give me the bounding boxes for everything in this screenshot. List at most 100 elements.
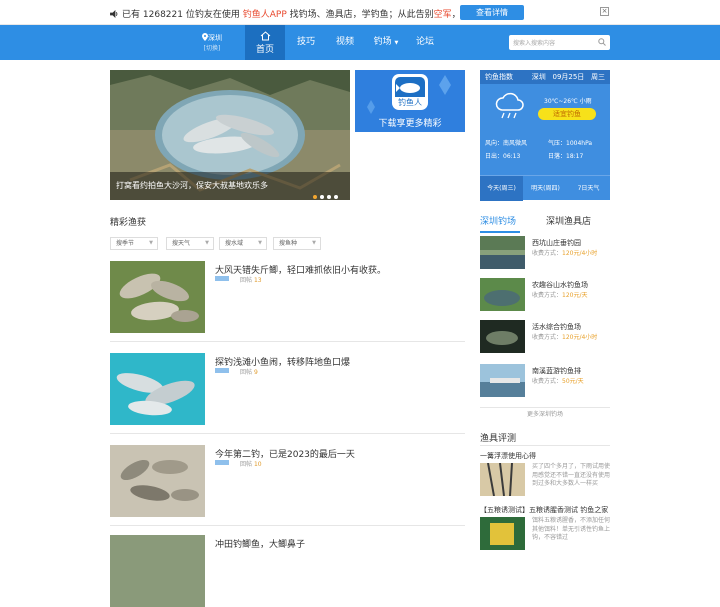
ad-text: 下载享更多精彩: [378, 119, 442, 129]
review-item[interactable]: 买了四个多月了，下雨试用使用感觉还不错一直还没有使用到过多和大多数人一样买: [480, 463, 610, 499]
search-icon[interactable]: [598, 38, 606, 46]
weather-sunset: 日落：18:17: [548, 153, 584, 160]
slider-dot[interactable]: [320, 195, 324, 199]
close-icon[interactable]: ×: [600, 7, 609, 16]
filter-fish-label: 搜鱼种: [279, 240, 298, 247]
tab-spots[interactable]: 深圳钓场: [480, 214, 516, 227]
filter-water-label: 搜水域: [225, 240, 244, 247]
spot-name[interactable]: 西坑山庄垂钓园: [532, 238, 581, 248]
spot-name[interactable]: 农趣谷山水钓鱼场: [532, 280, 588, 290]
spot-name[interactable]: 活水综合钓鱼场: [532, 322, 581, 332]
cloud-rain-icon: [495, 92, 524, 119]
spot-item[interactable]: 活水综合钓鱼场 收费方式：120元/4小时: [480, 320, 610, 356]
catch-replies: 回帖 9: [240, 367, 258, 376]
fee-value: 120元/4小时: [562, 334, 598, 341]
tab-7day[interactable]: 7日天气: [567, 176, 610, 201]
review-desc: 饵料五粮诱腥香，不添加任何其他饵料！单无引诱性钓鱼上钩，不容错过: [532, 517, 611, 541]
slider-dot[interactable]: [313, 195, 317, 199]
catch-tag: [215, 276, 229, 281]
tab-today[interactable]: 今天(周三): [480, 176, 523, 201]
search-box[interactable]: 搜索入搜索内容: [509, 35, 610, 50]
spot-photo[interactable]: [480, 236, 525, 269]
tab-underline: [480, 231, 520, 233]
fee-label: 收费方式：: [532, 378, 563, 385]
weather-date-info: 深圳 09月25日 周三: [532, 70, 605, 84]
notice-message: 已有 1268221 位钓友在使用 钓鱼人APP 找钓场、渔具店，学钓鱼；从此告…: [110, 7, 509, 20]
catch-replies: 回帖 13: [240, 275, 262, 284]
filter-season[interactable]: 搜季节 ▼: [110, 237, 158, 250]
spot-name[interactable]: 南溪蓝游钓鱼排: [532, 366, 581, 376]
city-name: 深圳: [208, 34, 222, 42]
fee-label: 收费方式：: [532, 250, 563, 257]
weather-pressure: 气压：1004hPa: [548, 140, 593, 147]
slider-dot[interactable]: [327, 195, 331, 199]
spot-photo[interactable]: [480, 278, 525, 311]
catch-thumbnail[interactable]: [110, 535, 205, 607]
spot-fee: 收费方式：120元/天: [532, 290, 588, 299]
weather-temp: 30℃~26℃ 小雨: [544, 98, 592, 105]
nav-forum[interactable]: 论坛: [416, 25, 434, 60]
app-download-ad[interactable]: 钓鱼人 下载享更多精彩: [355, 70, 465, 132]
nav-tips[interactable]: 技巧: [297, 25, 315, 60]
tab-tomorrow[interactable]: 明天(周四): [524, 176, 567, 201]
spot-photo[interactable]: [480, 320, 525, 353]
catch-title[interactable]: 探钓浅滩小鱼闹，转移阵地鱼口爆: [215, 355, 350, 368]
reviews-title: 渔具评测: [480, 434, 517, 444]
review-photo[interactable]: [480, 517, 525, 550]
kongjun-word: 空军: [433, 10, 452, 20]
review-photo[interactable]: [480, 463, 525, 496]
weather-sunrise: 日出：06:13: [485, 153, 521, 160]
fishing-rating-badge: 适宜钓鱼: [538, 108, 596, 120]
city-switch[interactable]: [切换]: [204, 45, 221, 52]
filter-fish[interactable]: 搜鱼种 ▼: [273, 237, 321, 250]
notice-mid2: 找钓场、渔具店，学钓鱼；从此告别: [289, 10, 434, 20]
more-spots-link[interactable]: 更多深圳钓场: [480, 407, 610, 421]
spot-item[interactable]: 南溪蓝游钓鱼排 收费方式：50元/天: [480, 364, 610, 400]
catch-tag: [215, 460, 229, 465]
filter-weather-label: 搜天气: [172, 240, 191, 247]
reply-label: 回帖: [240, 277, 253, 284]
spot-fee: 收费方式：120元/4小时: [532, 332, 597, 341]
spot-item[interactable]: 农趣谷山水钓鱼场 收费方式：120元/天: [480, 278, 610, 314]
reply-count: 13: [253, 277, 262, 284]
divider: [480, 445, 610, 446]
weather-date: 09月25日: [552, 73, 585, 81]
catch-title[interactable]: 冲田钓鲫鱼，大鲫鼻子: [215, 537, 305, 550]
user-count: 1268221: [142, 10, 183, 20]
slider-caption[interactable]: 打窝看约拍鱼大沙河，保安大叔基地欢乐多: [110, 172, 350, 200]
catch-thumbnail[interactable]: [110, 353, 205, 425]
reply-label: 回帖: [240, 369, 253, 376]
chevron-down-icon: ▼: [149, 240, 153, 246]
catch-title[interactable]: 今年第二钓，已是2023的最后一天: [215, 447, 355, 460]
search-input[interactable]: 搜索入搜索内容: [513, 38, 555, 47]
hero-slider[interactable]: 打窝看约拍鱼大沙河，保安大叔基地欢乐多: [110, 70, 350, 200]
nav-spots[interactable]: 钓场 ▼: [373, 25, 399, 60]
fishing-weather-widget: 钓鱼指数 深圳 09月25日 周三 30℃~26℃ 小雨 适宜钓鱼 风向：南风微…: [480, 70, 610, 201]
filter-water[interactable]: 搜水域 ▼: [219, 237, 267, 250]
review-item[interactable]: 饵料五粮诱腥香，不添加任何其他饵料！单无引诱性钓鱼上钩，不容错过: [480, 517, 610, 553]
nav-home[interactable]: 首页: [245, 25, 285, 60]
top-notice-bar: 已有 1268221 位钓友在使用 钓鱼人APP 找钓场、渔具店，学钓鱼；从此告…: [0, 0, 720, 25]
fee-label: 收费方式：: [532, 292, 563, 299]
filter-weather[interactable]: 搜天气 ▼: [166, 237, 214, 250]
main-nav: 深圳 [切换] 首页 技巧 视频 钓场 ▼ 论坛 搜索入搜索内容: [0, 25, 720, 60]
notice-mid1: 位钓友在使用: [185, 10, 240, 20]
fee-value: 120元/天: [562, 292, 588, 299]
slider-dot[interactable]: [334, 195, 338, 199]
nav-video[interactable]: 视频: [336, 25, 354, 60]
reply-count: 9: [253, 369, 258, 376]
reply-count: 10: [253, 461, 262, 468]
spot-photo[interactable]: [480, 364, 525, 397]
review-heading[interactable]: 【五粮诱测试】五粮诱腥香测试 钓鱼之家: [480, 505, 608, 515]
app-logo-text: 钓鱼人: [398, 97, 422, 107]
view-details-button[interactable]: 查看详情: [460, 5, 524, 20]
city-selector[interactable]: 深圳 [切换]: [198, 33, 226, 54]
chevron-down-icon: ▼: [312, 240, 316, 246]
spot-item[interactable]: 西坑山庄垂钓园 收费方式：120元/4小时: [480, 236, 610, 272]
chevron-down-icon: ▼: [394, 40, 399, 46]
catch-thumbnail[interactable]: [110, 261, 205, 333]
review-heading[interactable]: 一篝浮漂使用心得: [480, 451, 536, 461]
slider-dots[interactable]: [310, 183, 338, 200]
tab-tackle-shops[interactable]: 深圳渔具店: [546, 214, 591, 227]
catch-thumbnail[interactable]: [110, 445, 205, 517]
